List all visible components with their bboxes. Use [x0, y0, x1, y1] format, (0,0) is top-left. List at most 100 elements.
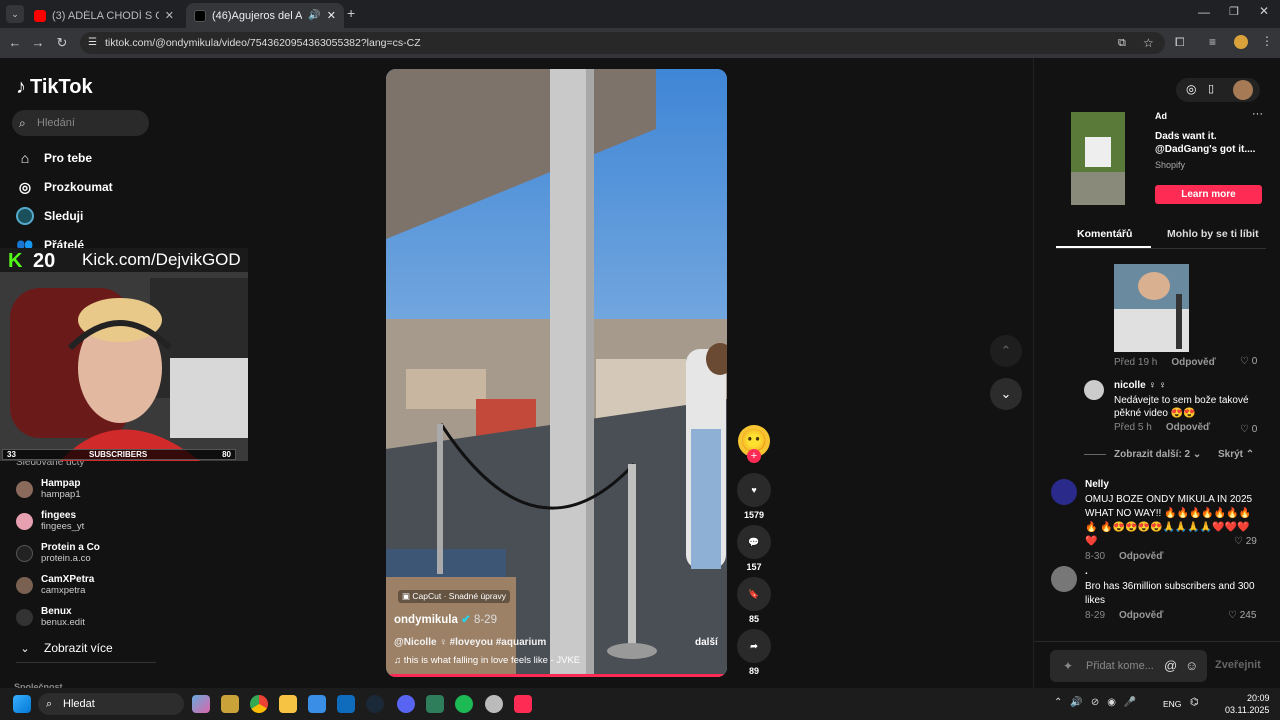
comment-like[interactable]: ♡ 0	[1240, 356, 1257, 367]
avatar[interactable]	[1084, 380, 1104, 400]
speaker-icon[interactable]: 🔊	[308, 10, 320, 21]
video-caption[interactable]: @Nicolle ♀ #loveyou #aquarium	[394, 637, 546, 648]
show-more-button[interactable]: ⌄ Zobrazit více	[16, 638, 112, 658]
chrome-icon[interactable]	[250, 695, 268, 713]
browser-menu-icon[interactable]: ⋮	[1261, 34, 1273, 48]
like-button[interactable]: ♥ 1579	[737, 473, 771, 520]
restore-button[interactable]: ❐	[1229, 5, 1239, 18]
comment-like[interactable]: ♡ 245	[1228, 610, 1256, 621]
search-input[interactable]: ⌕ Hledání	[12, 110, 149, 136]
capcut-label[interactable]: ▣ CapCut · Snadné úpravy	[398, 590, 510, 603]
store-icon[interactable]	[308, 695, 326, 713]
spotify-icon[interactable]	[455, 695, 473, 713]
account-item[interactable]: Benux benux.edit	[16, 606, 85, 628]
reply-button[interactable]: Odpověď	[1119, 610, 1163, 621]
ad-menu-icon[interactable]: ···	[1252, 108, 1263, 120]
extensions-icon[interactable]: ⧠	[1175, 35, 1185, 50]
tray-icons[interactable]: ⌃🔊⊘◉🎤	[1054, 697, 1144, 708]
comment-like[interactable]: ♡ 29	[1234, 536, 1257, 547]
comment-button[interactable]: 💬 157	[737, 525, 771, 572]
app-icon[interactable]	[221, 695, 239, 713]
next-video-button[interactable]: ⌄	[990, 378, 1022, 410]
caption-more-button[interactable]: další	[695, 637, 718, 648]
avatar[interactable]	[1051, 566, 1077, 592]
nav-for-you[interactable]: ⌂ Pro tebe	[16, 148, 92, 168]
browser-tab-youtube[interactable]: (3) ADÉLA CHODÍ S ONDY MIK ✕	[26, 3, 182, 28]
taskbar-search[interactable]: ⌕ Hledat	[38, 693, 184, 715]
windows-start-icon[interactable]	[13, 695, 31, 713]
copilot-icon[interactable]	[192, 695, 210, 713]
reply-button[interactable]: Odpověď	[1171, 357, 1215, 368]
back-button[interactable]: ←	[7, 35, 23, 51]
nav-following[interactable]: Sleduji	[16, 206, 83, 226]
language-indicator[interactable]: ENG	[1163, 699, 1181, 709]
nav-explore[interactable]: ◎ Prozkoumat	[16, 177, 113, 197]
new-tab-button[interactable]: +	[347, 5, 355, 21]
mention-icon[interactable]: @	[1164, 650, 1177, 682]
emoji-icon[interactable]: ☺	[1185, 650, 1198, 682]
sticker-icon[interactable]: ✦	[1063, 650, 1073, 682]
media-control-icon[interactable]: ≡	[1209, 35, 1216, 49]
tab-search-button[interactable]: ⌄	[6, 5, 24, 23]
site-info-icon[interactable]: ☰	[88, 32, 97, 54]
video-player[interactable]: ▣ CapCut · Snadné úpravy ondymikula ✔ 8-…	[386, 69, 727, 677]
url-bar[interactable]: ☰ tiktok.com/@ondymikula/video/754362095…	[80, 32, 1165, 54]
close-window-button[interactable]: ✕	[1259, 4, 1269, 18]
discord-icon[interactable]	[397, 695, 415, 713]
install-app-icon[interactable]: ⧉	[1118, 32, 1126, 54]
music-row[interactable]: ♫ this is what falling in love feels lik…	[394, 655, 580, 666]
tiktok-logo[interactable]: ♪ TikTok	[16, 76, 93, 99]
avatar[interactable]	[1051, 479, 1077, 505]
share-button[interactable]: ➦ 89	[737, 629, 771, 676]
account-handle: camxpetra	[41, 585, 86, 596]
reload-button[interactable]: ↻	[54, 35, 70, 51]
reply-button[interactable]: Odpověď	[1166, 422, 1210, 433]
settings-gear-icon[interactable]	[485, 695, 503, 713]
tiktok-note-icon: ♪	[16, 76, 26, 98]
comment-author[interactable]: .	[1085, 566, 1255, 577]
tiktok-app-icon[interactable]	[514, 695, 532, 713]
forward-button[interactable]: →	[30, 35, 46, 51]
user-avatar[interactable]	[1233, 80, 1253, 100]
close-tab-icon[interactable]: ✕	[327, 9, 336, 22]
capcut-text: CapCut · Snadné úpravy	[412, 591, 506, 601]
show-more-replies-button[interactable]: Zobrazit další: 2 ⌄	[1114, 449, 1201, 460]
account-item[interactable]: CamXPetra camxpetra	[16, 574, 94, 596]
comment-image[interactable]	[1114, 264, 1189, 352]
clock-date[interactable]: 03.11.2025	[1225, 705, 1269, 715]
search-icon: ⌕	[19, 116, 26, 130]
comment-text: OMUJ BOZE ONDY MIKULA IN 2025 WHAT NO WA…	[1085, 494, 1253, 547]
profile-avatar[interactable]	[1234, 35, 1248, 49]
video-author-row[interactable]: ondymikula ✔ 8-29	[394, 612, 497, 626]
app-icon[interactable]	[426, 695, 444, 713]
comment-author[interactable]: nicolle ♀ ♀	[1114, 380, 1254, 391]
bookmark-star-icon[interactable]: ☆	[1143, 32, 1154, 54]
prev-video-button[interactable]: ⌃	[990, 335, 1022, 367]
hide-replies-button[interactable]: Skrýt ⌃	[1218, 449, 1254, 460]
tab-you-may-like[interactable]: Mohlo by se ti líbit	[1167, 228, 1259, 240]
video-progress-bar[interactable]	[386, 674, 727, 677]
browser-tab-tiktok[interactable]: (46)Agujeros del Acuario co 🔊 ✕	[186, 3, 344, 28]
account-item[interactable]: Protein a Co protein.a.co	[16, 542, 100, 564]
comment-like[interactable]: ♡ 0	[1240, 424, 1257, 435]
learn-more-button[interactable]: Learn more	[1155, 185, 1262, 204]
close-tab-icon[interactable]: ✕	[165, 9, 174, 22]
save-button[interactable]: 🔖 85	[737, 577, 771, 624]
minimize-button[interactable]: —	[1198, 5, 1210, 19]
mobile-icon[interactable]: ▯	[1208, 82, 1214, 95]
comment-author[interactable]: Nelly	[1085, 479, 1255, 490]
account-item[interactable]: fingees fingees_yt	[16, 510, 84, 532]
tab-comments[interactable]: Komentářů	[1077, 228, 1132, 240]
ad-card[interactable]: Ad ··· Dads want it. @DadGang's got it..…	[1052, 108, 1264, 206]
comment-input[interactable]: ✦ Přidat kome... @ ☺	[1050, 650, 1207, 682]
account-item[interactable]: Hampap hampap1	[16, 478, 81, 500]
compass-icon[interactable]: ◎	[1186, 82, 1196, 96]
clock-time[interactable]: 20:09	[1247, 693, 1270, 703]
follow-plus-icon[interactable]: +	[747, 449, 761, 463]
network-icon[interactable]: ⌬	[1190, 697, 1199, 708]
reply-button[interactable]: Odpověď	[1119, 551, 1163, 562]
file-explorer-icon[interactable]	[279, 695, 297, 713]
post-comment-button[interactable]: Zveřejnit	[1215, 659, 1261, 671]
outlook-icon[interactable]	[337, 695, 355, 713]
steam-icon[interactable]	[366, 695, 384, 713]
